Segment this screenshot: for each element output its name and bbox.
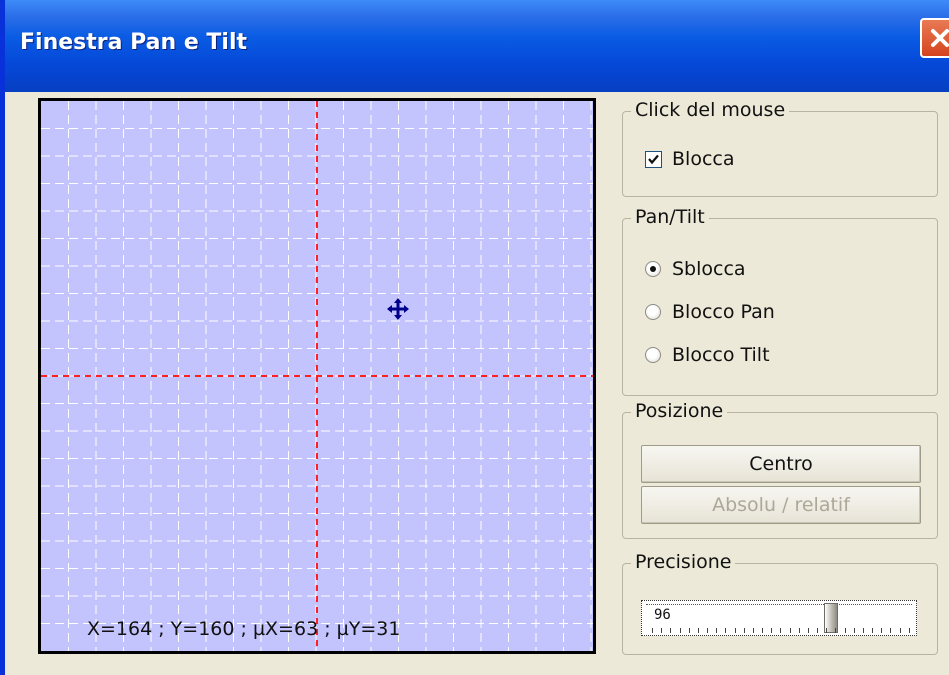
pan-tilt-area[interactable]: X=164 ; Y=160 ; µX=63 ; µY=31 — [38, 98, 596, 654]
pan-tilt-group: Pan/Tilt Sblocca Blocco Pan Blocco Tilt — [622, 206, 938, 396]
mouse-click-group-title: Click del mouse — [631, 99, 790, 121]
block-checkbox-option[interactable]: Blocca — [645, 148, 734, 170]
radio-lock-tilt[interactable] — [645, 347, 661, 363]
radio-unlock[interactable] — [645, 261, 661, 277]
move-cross-icon — [387, 298, 409, 320]
close-icon — [931, 29, 949, 47]
mouse-click-group: Click del mouse Blocca — [622, 99, 938, 197]
window-title: Finestra Pan e Tilt — [20, 30, 248, 55]
center-button[interactable]: Centro — [641, 445, 921, 483]
precision-group: Precisione 96 — [622, 551, 938, 655]
radio-lock-pan-label: Blocco Pan — [672, 301, 775, 323]
radio-unlock-option[interactable]: Sblocca — [645, 258, 746, 280]
absolute-relative-button: Absolu / relatif — [641, 486, 921, 524]
pan-tilt-window: Finestra Pan e Tilt X=164 ; Y=160 ; µX=6… — [0, 0, 949, 675]
radio-lock-pan[interactable] — [645, 304, 661, 320]
precision-slider[interactable]: 96 — [641, 600, 917, 636]
checkmark-icon — [648, 154, 659, 164]
pan-tilt-group-title: Pan/Tilt — [631, 206, 709, 228]
precision-value: 96 — [654, 607, 671, 623]
title-bar[interactable]: Finestra Pan e Tilt — [5, 0, 949, 92]
block-checkbox[interactable] — [645, 150, 662, 168]
position-group-title: Posizione — [631, 400, 728, 422]
precision-group-title: Precisione — [631, 551, 736, 573]
radio-lock-tilt-option[interactable]: Blocco Tilt — [645, 344, 770, 366]
radio-lock-tilt-label: Blocco Tilt — [672, 344, 770, 366]
coordinate-readout: X=164 ; Y=160 ; µX=63 ; µY=31 — [87, 618, 401, 640]
slider-ticks — [652, 628, 910, 633]
close-button[interactable] — [920, 18, 949, 58]
radio-unlock-label: Sblocca — [672, 258, 746, 280]
grid — [41, 101, 593, 651]
block-checkbox-label: Blocca — [672, 148, 735, 170]
position-group: Posizione Centro Absolu / relatif — [622, 400, 938, 539]
radio-lock-pan-option[interactable]: Blocco Pan — [645, 301, 775, 323]
